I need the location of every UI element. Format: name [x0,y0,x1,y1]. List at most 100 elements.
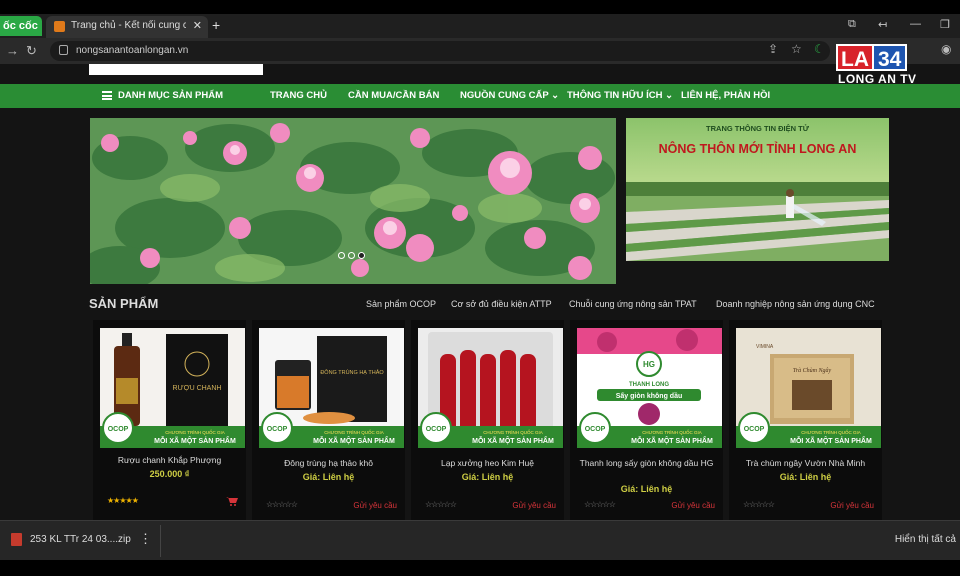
maximize-icon[interactable]: ❐ [940,18,950,31]
forward-icon[interactable]: → [6,43,19,58]
rating-stars: ★★★★★ [107,496,139,505]
download-filename[interactable]: 253 KL TTr 24 03....zip [30,534,131,545]
product-price: Giá: Liên hệ [779,472,832,482]
rating-stars: ☆☆☆☆☆ [743,500,775,509]
nav-buy-sell[interactable]: CẦN MUA/CẦN BÁN [348,90,439,101]
products-section-title: SẢN PHẨM [89,296,159,311]
send-request-link[interactable]: Gửi yêu cầu [671,501,715,510]
product-card[interactable]: VIMINA Trà Chùm Ngây CHƯƠNG TRÌNH QUỐC G… [729,320,882,520]
site-header [0,64,960,84]
filter-tpat[interactable]: Chuỗi cung ứng nông sản TPAT [569,299,697,309]
product-photo-sausage: CHƯƠNG TRÌNH QUỐC GIA MỖI XÃ MỘT SẢN PHẨ… [418,328,563,448]
liquor-brand-text: RƯỢU CHANH [173,385,222,392]
send-request-link[interactable]: Gửi yêu cầu [353,501,397,510]
menu-icon[interactable] [102,91,112,100]
product-image[interactable]: ĐÔNG TRÙNG HẠ THẢO CHƯƠNG TRÌNH QUỐC GIA… [259,328,404,448]
filter-attp[interactable]: Cơ sở đủ điều kiện ATTP [451,299,552,309]
bottom-letterbox [0,560,960,576]
top-letterbox [0,0,960,14]
product-name[interactable]: Đông trùng hạ thảo khô [252,457,405,469]
nav-categories[interactable]: DANH MỤC SẢN PHẨM [118,90,223,101]
product-price: Giá: Liên hệ [620,484,673,494]
filter-ocop[interactable]: Sản phẩm OCOP [366,299,436,309]
nav-home[interactable]: TRANG CHỦ [270,90,327,101]
ocop-program-main: MỖI XÃ MỘT SẢN PHẨM [790,436,872,445]
slider-dot[interactable] [348,252,355,259]
main-navigation: DANH MỤC SẢN PHẨM TRANG CHỦ CẦN MUA/CẦN … [0,84,960,108]
ocop-badge: OCOP [267,426,288,433]
share-icon[interactable]: ⇪ [768,42,778,56]
ocop-badge: OCOP [108,426,129,433]
cordyceps-brand-text: ĐÔNG TRÙNG HẠ THẢO [320,369,384,376]
reload-icon[interactable]: ↻ [26,43,37,59]
ocop-badge: OCOP [744,426,765,433]
ocop-program-text: CHƯƠNG TRÌNH QUỐC GIA [483,429,543,435]
product-card[interactable]: CHƯƠNG TRÌNH QUỐC GIA MỖI XÃ MỘT SẢN PHẨ… [411,320,564,520]
lock-icon [59,45,68,55]
side-banner-ntm[interactable]: TRANG THÔNG TIN ĐIỆN TỬ NÔNG THÔN MỚI TỈ… [626,118,889,261]
product-name[interactable]: Rượu chanh Khắp Phượng [93,454,246,466]
close-tab-icon[interactable]: ✕ [193,19,202,32]
ocop-program-main: MỖI XÃ MỘT SẢN PHẨM [313,436,395,445]
product-name[interactable]: Lạp xưởng heo Kim Huệ [411,457,564,469]
nav-useful-info[interactable]: THÔNG TIN HỮU ÍCH ⌄ [567,90,673,101]
chevron-down-icon: ⌄ [665,90,674,101]
back-history-icon[interactable]: ↤ [878,18,887,31]
site-favicon-icon [54,21,65,32]
ocop-program-main: MỖI XÃ MỘT SẢN PHẨM [154,436,236,445]
browser-brand[interactable]: ốc cốc [0,16,42,36]
chevron-down-icon: ⌄ [551,90,560,101]
download-bar: 253 KL TTr 24 03....zip ⋮ Hiển thị tất c… [0,520,960,560]
product-photo-dragonfruit: HG THANH LONG Sấy giòn không dầu CHƯƠNG … [577,328,722,448]
filter-cnc[interactable]: Doanh nghiệp nông sản ứng dụng CNC [716,299,875,309]
tab-title: Trang chủ - Kết nối cung cầu [71,20,186,31]
cart-icon[interactable] [226,496,238,506]
ocop-badge: OCOP [585,426,606,433]
ocop-program-main: MỖI XÃ MỘT SẢN PHẨM [472,436,554,445]
tea-maker-text: VIMINA [756,344,774,350]
product-image[interactable]: RƯỢU CHANH CHƯƠNG TRÌNH QUỐC GIA MỖI XÃ … [100,328,245,448]
logo-sub: LONG AN TV [838,72,917,86]
slider-dot-active[interactable] [358,252,365,259]
slider-dots [338,252,365,259]
bookmark-star-icon[interactable]: ☆ [791,42,802,56]
new-tab-button[interactable]: + [212,17,220,33]
send-request-link[interactable]: Gửi yêu cầu [830,501,874,510]
show-all-downloads-button[interactable]: Hiển thị tất cả [895,534,956,545]
slider-dot[interactable] [338,252,345,259]
hero-slider[interactable] [90,118,616,284]
product-price: Giá: Liên hệ [302,472,355,482]
dragonfruit-desc-text: Sấy giòn không dầu [616,391,683,400]
ocop-program-text: CHƯƠNG TRÌNH QUỐC GIA [324,429,384,435]
product-name[interactable]: Trà chùm ngây Vườn Nhà Minh [729,457,882,469]
download-more-icon[interactable]: ⋮ [139,531,152,547]
product-image[interactable]: HG THANH LONG Sấy giòn không dầu CHƯƠNG … [577,328,722,448]
nav-supply[interactable]: NGUỒN CUNG CẤP ⌄ [460,90,559,101]
profile-icon[interactable]: ◉ [941,42,951,56]
tea-brand-text: Trà Chùm Ngây [793,368,832,374]
site-logo-area[interactable] [89,64,263,75]
logo-number: 34 [874,44,908,71]
minimize-icon[interactable]: — [910,18,921,30]
url-field[interactable]: nongsanantoanlongan.vn [50,41,830,61]
dragonfruit-brand-text: THANH LONG [629,382,669,388]
send-request-link[interactable]: Gửi yêu cầu [512,501,556,510]
hg-logo-text: HG [643,360,655,369]
product-image[interactable]: CHƯƠNG TRÌNH QUỐC GIA MỖI XÃ MỘT SẢN PHẨ… [418,328,563,448]
extension-moon-icon[interactable]: ☾ [814,42,825,56]
product-card[interactable]: RƯỢU CHANH CHƯƠNG TRÌNH QUỐC GIA MỖI XÃ … [93,320,246,520]
product-card[interactable]: ĐÔNG TRÙNG HẠ THẢO CHƯƠNG TRÌNH QUỐC GIA… [252,320,405,520]
ocop-program-text: CHƯƠNG TRÌNH QUỐC GIA [801,429,861,435]
url-text: nongsanantoanlongan.vn [76,45,189,56]
address-bar-row: → ↻ nongsanantoanlongan.vn ⇪ ☆ ☾ ◉ [0,38,960,64]
ocop-program-text: CHƯƠNG TRÌNH QUỐC GIA [642,429,702,435]
nav-contact[interactable]: LIÊN HỆ, PHẢN HỒI [681,90,770,101]
product-card[interactable]: HG THANH LONG Sấy giòn không dầu CHƯƠNG … [570,320,723,520]
browser-tab[interactable]: Trang chủ - Kết nối cung cầu ✕ [46,16,208,38]
product-name[interactable]: Thanh long sấy giòn không dầu HG [570,457,723,469]
product-image[interactable]: VIMINA Trà Chùm Ngây CHƯƠNG TRÌNH QUỐC G… [736,328,881,448]
farm-photo [626,182,889,261]
product-price: 250.000 ₫ [149,469,190,479]
lotus-pond-image [90,118,616,284]
cast-icon[interactable]: ⧉ [848,18,856,31]
